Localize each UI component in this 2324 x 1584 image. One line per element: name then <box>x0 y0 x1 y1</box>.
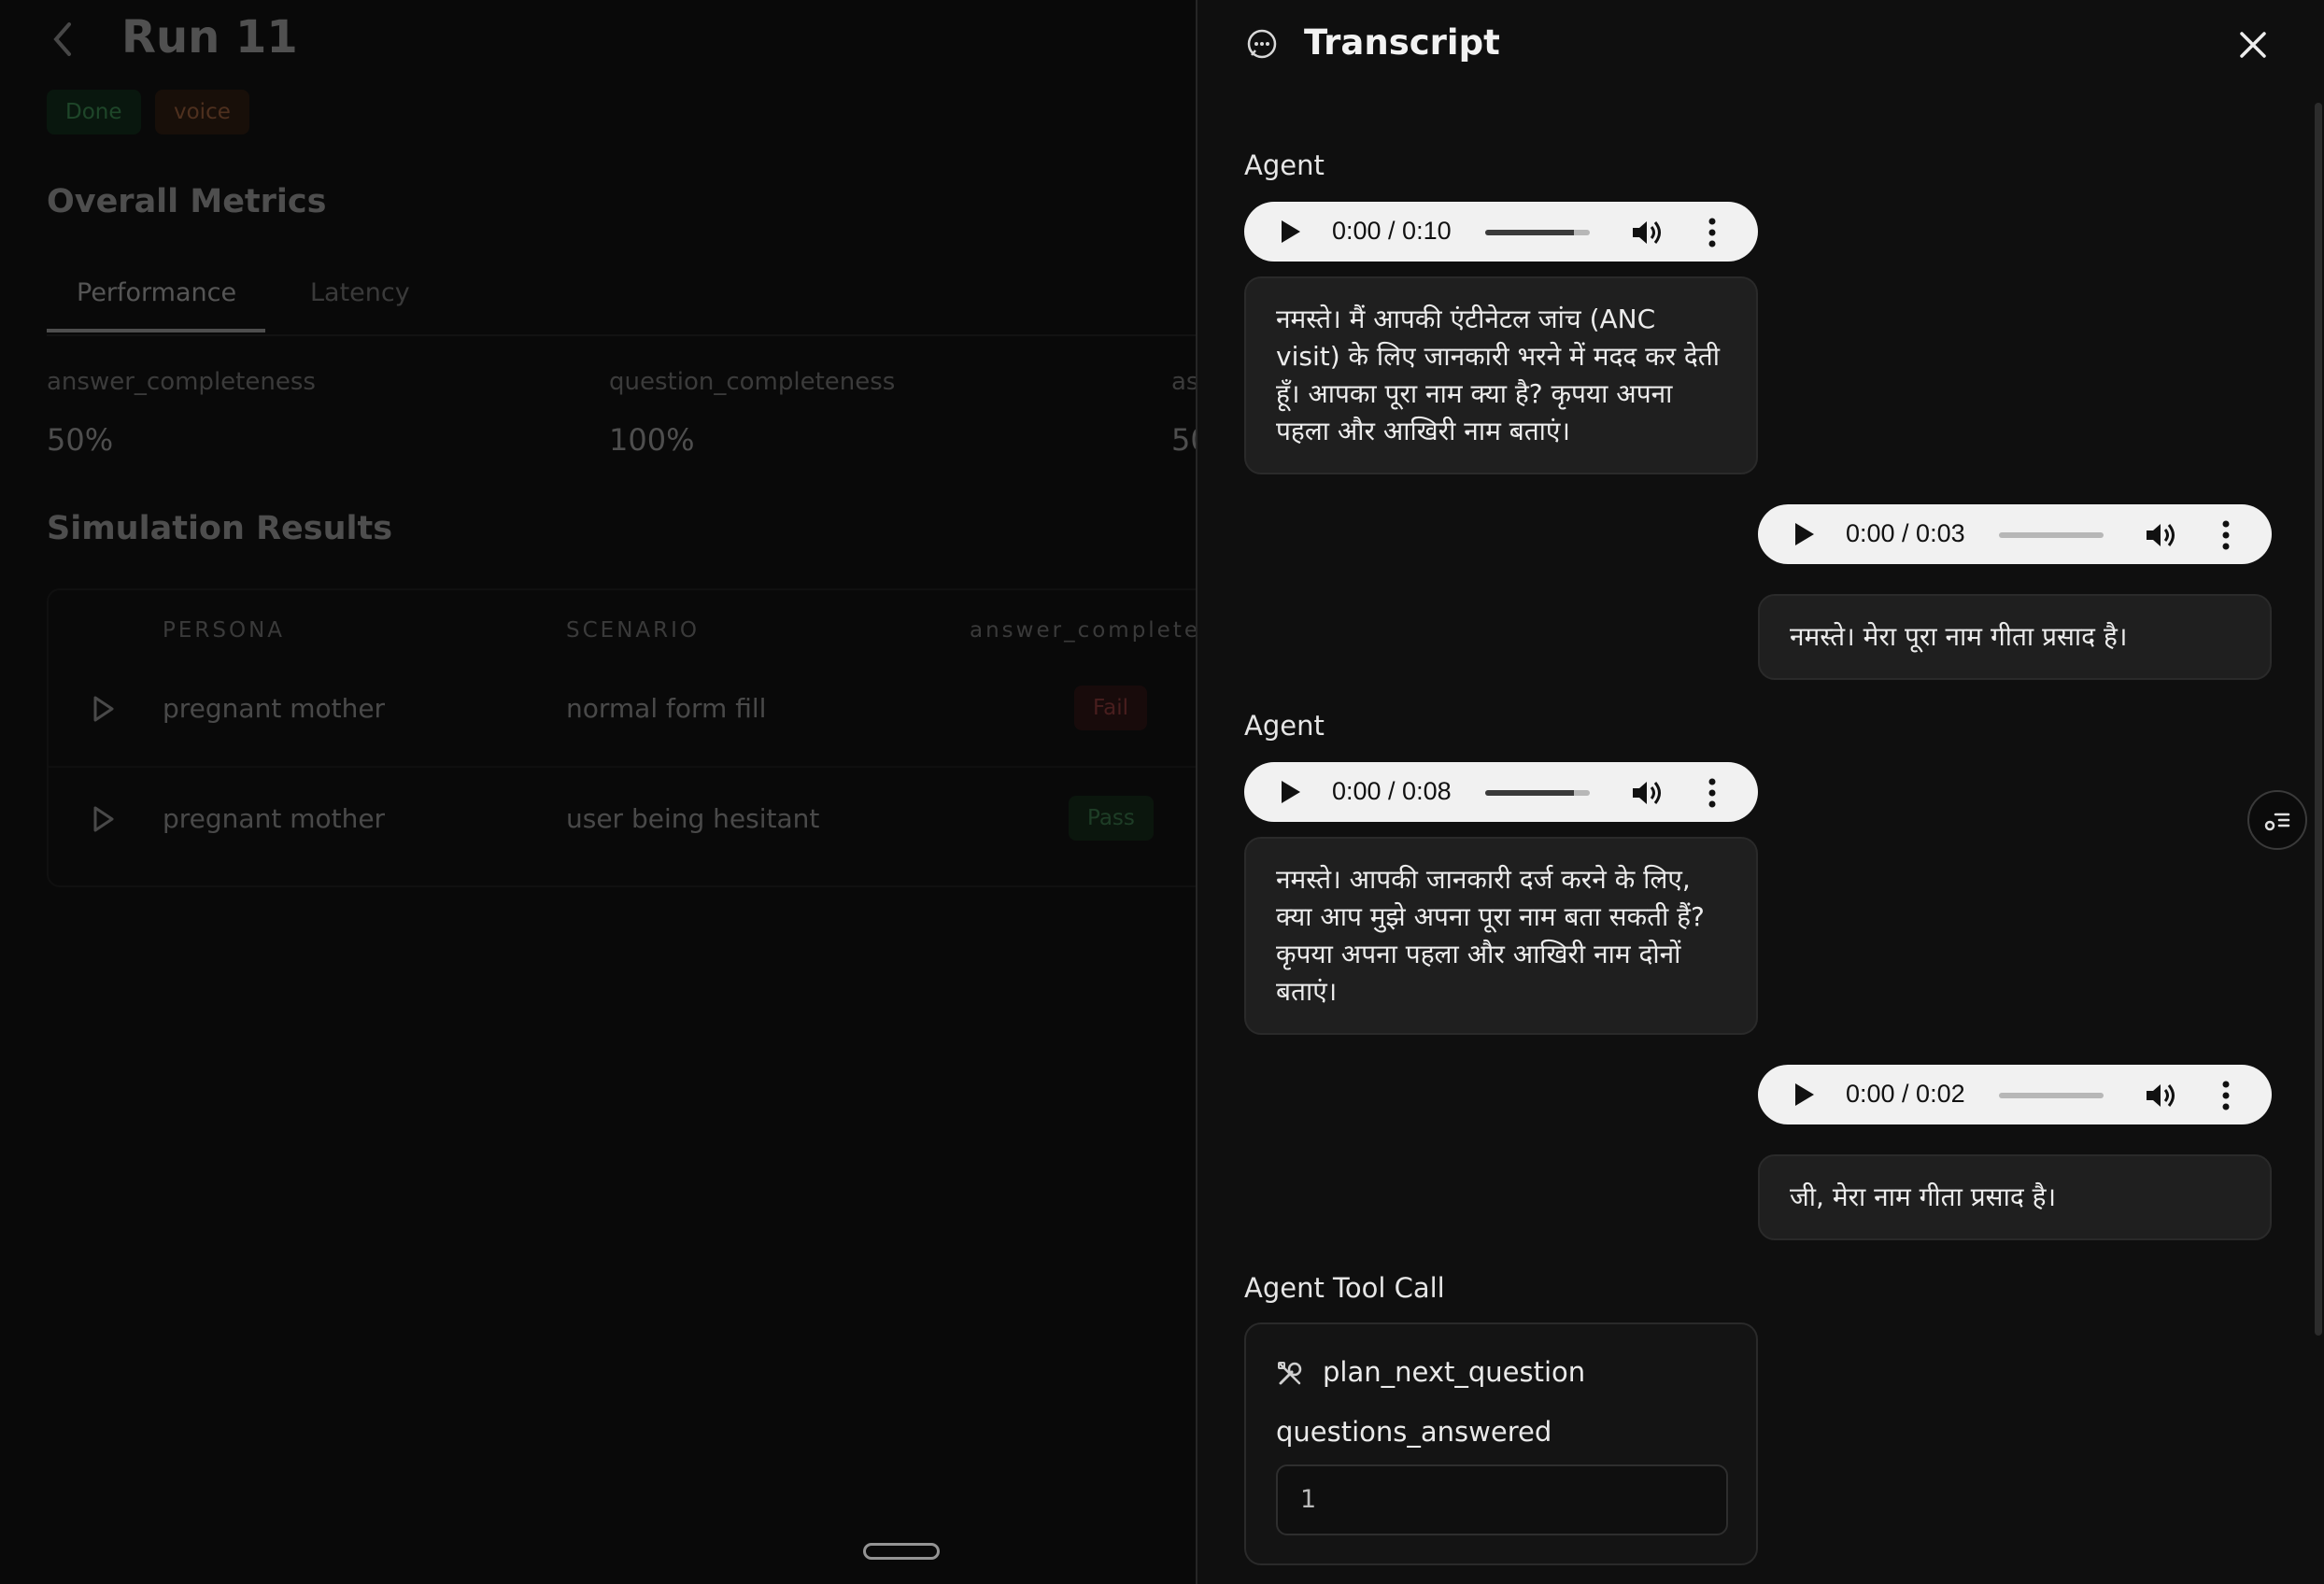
tab-latency[interactable]: Latency <box>310 278 410 307</box>
audio-time: 0:00 / 0:08 <box>1332 777 1452 805</box>
more-options-icon[interactable] <box>1708 777 1717 809</box>
close-icon[interactable] <box>2234 26 2272 64</box>
persona-cell: pregnant mother <box>163 803 386 834</box>
metrics-tabs: Performance Latency <box>47 271 1196 336</box>
tab-performance[interactable]: Performance <box>77 278 236 307</box>
metric-label: as <box>1171 368 1196 396</box>
speaker-label: Agent <box>1244 710 1325 742</box>
more-options-icon[interactable] <box>2221 519 2231 551</box>
play-icon[interactable] <box>92 695 116 727</box>
transcript-toggle-button[interactable] <box>2247 790 2307 850</box>
volume-icon[interactable] <box>1631 779 1665 807</box>
persona-cell: pregnant mother <box>163 693 386 724</box>
user-message: जी, मेरा नाम गीता प्रसाद है। <box>1758 1154 2272 1240</box>
agent-message: नमस्ते। मैं आपकी एंटीनेटल जांच (ANC visi… <box>1244 276 1758 474</box>
metric-label: answer_completeness <box>47 368 316 396</box>
user-message: नमस्ते। मेरा पूरा नाम गीता प्रसाद है। <box>1758 594 2272 680</box>
play-icon[interactable] <box>1795 1083 1814 1106</box>
page-title: Run 11 <box>121 11 298 64</box>
audio-seek-bar[interactable] <box>1999 1093 2104 1098</box>
overall-metrics-heading: Overall Metrics <box>47 183 327 220</box>
volume-icon[interactable] <box>2145 521 2178 549</box>
audio-time: 0:00 / 0:03 <box>1846 519 1965 547</box>
back-arrow-icon[interactable] <box>47 17 78 62</box>
audio-seek-bar[interactable] <box>1485 790 1590 796</box>
column-header-scenario: SCENARIO <box>566 618 700 643</box>
chat-bubble-icon <box>1246 28 1278 60</box>
tool-call-label: Agent Tool Call <box>1244 1272 1445 1304</box>
simulation-results-table: PERSONA SCENARIO answer_completene pregn… <box>47 588 1196 887</box>
audio-player[interactable]: 0:00 / 0:03 <box>1758 504 2272 564</box>
tools-icon <box>1276 1360 1304 1388</box>
audio-player[interactable]: 0:00 / 0:10 <box>1244 202 1758 262</box>
metric-value: 50 <box>1171 422 1196 458</box>
volume-icon[interactable] <box>2145 1082 2178 1110</box>
audio-player[interactable]: 0:00 / 0:02 <box>1758 1065 2272 1124</box>
audio-seek-bar[interactable] <box>1999 532 2104 538</box>
more-options-icon[interactable] <box>1708 217 1717 248</box>
more-options-icon[interactable] <box>2221 1080 2231 1111</box>
simulation-results-heading: Simulation Results <box>47 510 393 547</box>
column-header-answer-completeness: answer_completene <box>970 618 1196 643</box>
type-badge: voice <box>155 90 249 134</box>
play-icon[interactable] <box>92 805 116 837</box>
play-icon[interactable] <box>1282 220 1300 243</box>
agent-message: नमस्ते। आपकी जानकारी दर्ज करने के लिए, क… <box>1244 837 1758 1035</box>
tool-param-value: 1 <box>1276 1464 1728 1535</box>
active-tab-indicator <box>47 329 265 332</box>
status-badge: Done <box>47 90 141 134</box>
transcript-panel: Transcript Agent 0:00 / 0:10 नमस्ते। मैं… <box>1196 0 2324 1584</box>
volume-icon[interactable] <box>1631 219 1665 247</box>
audio-seek-bar[interactable] <box>1485 230 1590 235</box>
audio-time: 0:00 / 0:10 <box>1332 217 1452 245</box>
column-header-persona: PERSONA <box>163 618 286 643</box>
home-indicator <box>863 1543 940 1560</box>
tool-param-label: questions_answered <box>1276 1416 1552 1448</box>
panel-title: Transcript <box>1304 22 1500 63</box>
scenario-cell: normal form fill <box>566 693 767 724</box>
audio-time: 0:00 / 0:02 <box>1846 1080 1965 1108</box>
table-row[interactable]: pregnant mother normal form fill Fail <box>49 658 1196 768</box>
run-details-page: Run 11 Done voice Overall Metrics Perfor… <box>0 0 1196 1584</box>
result-badge: Pass <box>1069 796 1154 841</box>
metric-label: question_completeness <box>609 368 896 396</box>
tool-call-card: plan_next_question questions_answered 1 <box>1244 1322 1758 1565</box>
metric-value: 50% <box>47 422 114 458</box>
scrollbar[interactable] <box>2315 103 2322 1336</box>
play-icon[interactable] <box>1282 781 1300 803</box>
table-row[interactable]: pregnant mother user being hesitant Pass <box>49 768 1196 876</box>
scenario-cell: user being hesitant <box>566 803 820 834</box>
speaker-label: Agent <box>1244 149 1325 181</box>
metric-value: 100% <box>609 422 695 458</box>
audio-player[interactable]: 0:00 / 0:08 <box>1244 762 1758 822</box>
result-badge: Fail <box>1074 686 1147 730</box>
tool-name: plan_next_question <box>1323 1356 1586 1388</box>
play-icon[interactable] <box>1795 523 1814 545</box>
